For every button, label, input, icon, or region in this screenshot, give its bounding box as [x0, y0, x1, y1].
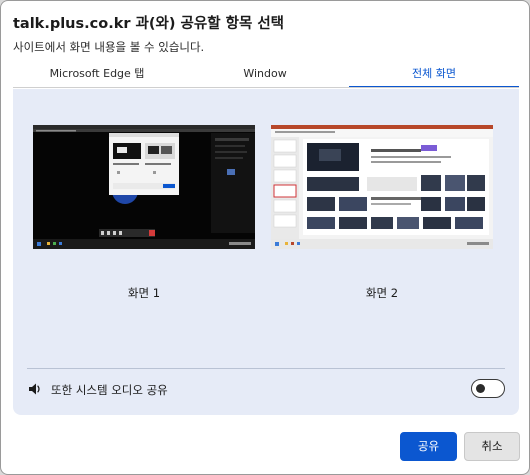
share-dialog: talk.plus.co.kr 과(와) 공유할 항목 선택 사이트에서 화면 … — [0, 0, 530, 475]
screen-1-thumbnail — [33, 125, 255, 249]
system-audio-toggle[interactable] — [471, 379, 505, 398]
screen-2-thumbnail — [271, 125, 493, 249]
system-audio-row: 또한 시스템 오디오 공유 — [27, 378, 505, 402]
system-audio-label: 또한 시스템 오디오 공유 — [51, 383, 168, 397]
share-button[interactable]: 공유 — [400, 432, 457, 461]
dialog-subtitle: 사이트에서 화면 내용을 볼 수 있습니다. — [13, 40, 205, 54]
screen-1-label: 화면 1 — [127, 286, 161, 300]
tab-window[interactable]: Window — [181, 61, 349, 88]
speaker-icon — [27, 381, 43, 397]
audio-divider — [27, 368, 505, 369]
source-tabs: Microsoft Edge 탭 Window 전체 화면 — [13, 61, 519, 88]
tab-edge-tab[interactable]: Microsoft Edge 탭 — [13, 61, 181, 88]
screen-option-1[interactable]: 화면 1 — [33, 125, 255, 300]
toggle-knob — [476, 383, 485, 393]
screen-option-2[interactable]: 화면 2 — [271, 125, 493, 300]
dialog-title: talk.plus.co.kr 과(와) 공유할 항목 선택 — [13, 16, 285, 32]
tab-entire-screen[interactable]: 전체 화면 — [349, 61, 519, 88]
tab-divider — [13, 87, 519, 88]
screen-2-label: 화면 2 — [365, 286, 399, 300]
screen-panel: 화면 1 화면 2 또한 시스템 오디오 공유 — [13, 89, 519, 415]
cancel-button[interactable]: 취소 — [464, 432, 520, 461]
